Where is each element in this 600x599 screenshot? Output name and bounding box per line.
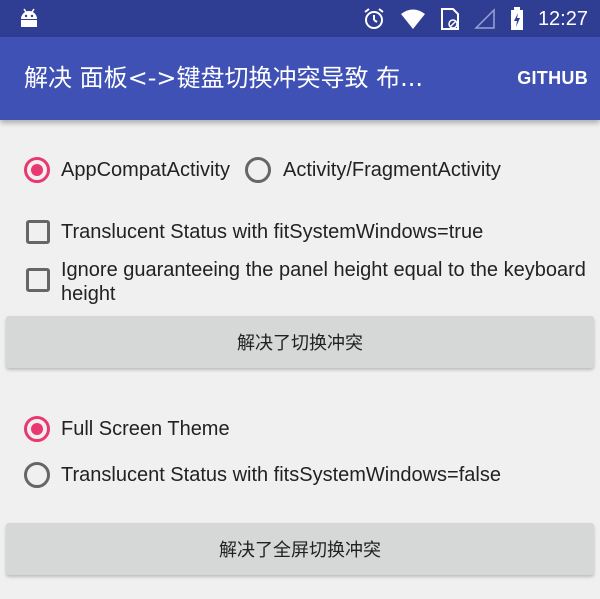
radio-translucent-status-fits-false[interactable]: Translucent Status with fitsSystemWindow… xyxy=(24,462,501,488)
checkbox-label: Translucent Status with fitSystemWindows… xyxy=(61,220,484,243)
radio-full-screen-theme[interactable]: Full Screen Theme xyxy=(24,416,230,442)
status-time: 12:27 xyxy=(537,7,588,30)
sim-card-blocked-icon xyxy=(440,8,459,30)
radio-checked-icon xyxy=(24,157,50,183)
android-icon xyxy=(21,8,37,27)
checkbox-translucent-status[interactable]: Translucent Status with fitSystemWindows… xyxy=(26,220,483,244)
radio-label: Translucent Status with fitsSystemWindow… xyxy=(61,463,501,486)
radio-appcompat-activity[interactable]: AppCompatActivity xyxy=(24,157,230,183)
wifi-icon xyxy=(400,9,425,29)
radio-unchecked-icon xyxy=(245,157,271,183)
battery-charging-icon xyxy=(510,7,523,30)
checkbox-unchecked-icon xyxy=(26,220,50,244)
radio-checked-icon xyxy=(24,416,50,442)
resolve-fullscreen-switch-conflict-button[interactable]: 解决了全屏切换冲突 xyxy=(6,523,594,575)
checkbox-unchecked-icon xyxy=(26,268,50,292)
resolve-switch-conflict-button[interactable]: 解决了切换冲突 xyxy=(6,316,594,368)
radio-label: AppCompatActivity xyxy=(61,158,230,181)
radio-label: Full Screen Theme xyxy=(61,417,230,440)
checkbox-label-line-1: Ignore guaranteeing the panel height equ… xyxy=(61,259,586,281)
radio-unchecked-icon xyxy=(24,462,50,488)
app-bar: 解决 面板<->键盘切换冲突导致 布... GITHUB xyxy=(0,37,600,120)
github-button[interactable]: GITHUB xyxy=(517,65,588,91)
checkbox-label-line-2: height xyxy=(61,283,116,305)
status-bar: 12:27 xyxy=(0,0,600,37)
radio-label: Activity/FragmentActivity xyxy=(283,158,501,181)
radio-fragment-activity[interactable]: Activity/FragmentActivity xyxy=(245,157,501,183)
alarm-icon xyxy=(364,8,384,29)
app-bar-title: 解决 面板<->键盘切换冲突导致 布... xyxy=(24,64,424,92)
signal-icon xyxy=(474,8,495,29)
